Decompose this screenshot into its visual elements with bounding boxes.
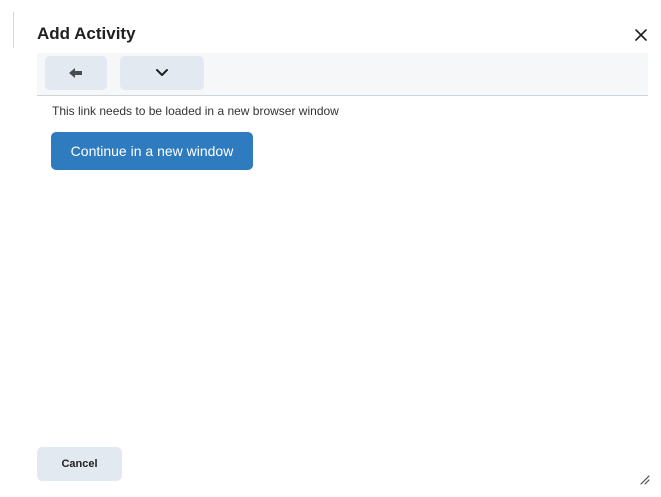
back-button[interactable] bbox=[45, 56, 107, 90]
dropdown-button[interactable] bbox=[120, 56, 204, 90]
close-icon bbox=[635, 29, 647, 41]
cancel-button[interactable]: Cancel bbox=[37, 447, 122, 481]
toolbar bbox=[37, 53, 648, 96]
chevron-down-icon bbox=[156, 69, 168, 76]
continue-in-new-window-button[interactable]: Continue in a new window bbox=[51, 132, 253, 170]
resize-handle-icon bbox=[640, 475, 650, 485]
dialog-title: Add Activity bbox=[37, 24, 136, 43]
new-window-message: This link needs to be loaded in a new br… bbox=[52, 104, 339, 118]
dialog-left-edge bbox=[13, 12, 14, 48]
close-button[interactable] bbox=[630, 24, 652, 46]
arrow-left-icon bbox=[69, 68, 82, 78]
add-activity-dialog: Add Activity This link needs to be loade… bbox=[0, 0, 661, 497]
resize-handle[interactable] bbox=[638, 472, 650, 485]
